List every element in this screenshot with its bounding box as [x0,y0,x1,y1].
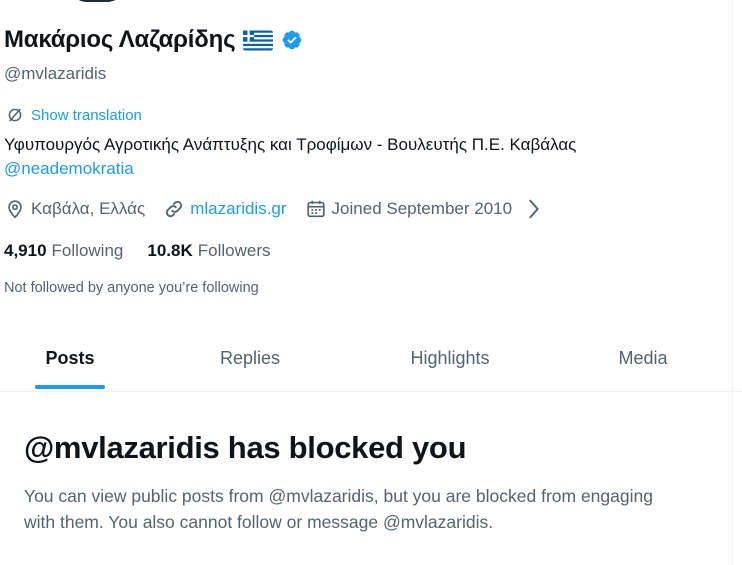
mutual-followers-note: Not followed by anyone you’re following [4,280,259,296]
column-divider [732,0,733,565]
show-translation-label[interactable]: Show translation [31,107,142,124]
active-tab-indicator [35,385,105,389]
blocked-message: You can view public posts from @mvlazari… [24,486,653,532]
profile-handle: @mvlazaridis [4,64,107,83]
blocked-title: @mvlazaridis has blocked you [24,430,467,465]
join-date[interactable]: Joined September 2010 [305,198,546,220]
chevron-right-icon[interactable] [523,198,545,220]
translate-icon [8,108,22,122]
followers-link[interactable]: 10.8K Followers [147,241,270,261]
location-pin-icon [8,200,22,219]
profile-meta: Καβάλα, Ελλάς mlazaridis.gr Joined Septe… [4,198,563,220]
follow-stats: 4,910 Following 10.8K Followers [4,241,294,261]
location-text: Καβάλα, Ελλάς [31,199,146,218]
website[interactable]: mlazaridis.gr [163,198,287,220]
followers-label: Followers [197,241,271,260]
avatar[interactable] [72,0,122,2]
display-name: Μακάριος Λαζαρίδης [4,26,236,53]
profile-name-row: Μακάριος Λαζαρίδης [4,26,303,54]
tab-posts[interactable]: Posts [0,325,140,391]
followers-count: 10.8K [147,241,193,260]
following-link[interactable]: 4,910 Following [4,241,123,261]
tab-replies[interactable]: Replies [140,325,360,391]
link-icon [166,200,183,218]
show-translation-button[interactable]: Show translation [6,106,142,124]
tab-highlights[interactable]: Highlights [360,325,540,391]
verified-badge-icon[interactable] [281,29,303,51]
joined-text: Joined September 2010 [331,199,513,218]
bio-mention-link[interactable]: @neademokratia [4,157,724,181]
following-label: Following [51,241,124,260]
calendar-icon [306,200,325,218]
following-count: 4,910 [4,241,47,260]
website-link[interactable]: mlazaridis.gr [190,199,286,219]
greece-flag-icon [243,30,274,50]
location: Καβάλα, Ελλάς [4,198,145,220]
profile-bio: Υφυπουργός Αγροτικής Ανάπτυξης και Τροφί… [4,133,724,181]
profile-tabs: Posts Replies Highlights Media [0,325,742,392]
tab-media[interactable]: Media [540,325,742,391]
bio-text: Υφυπουργός Αγροτικής Ανάπτυξης και Τροφί… [4,135,577,154]
